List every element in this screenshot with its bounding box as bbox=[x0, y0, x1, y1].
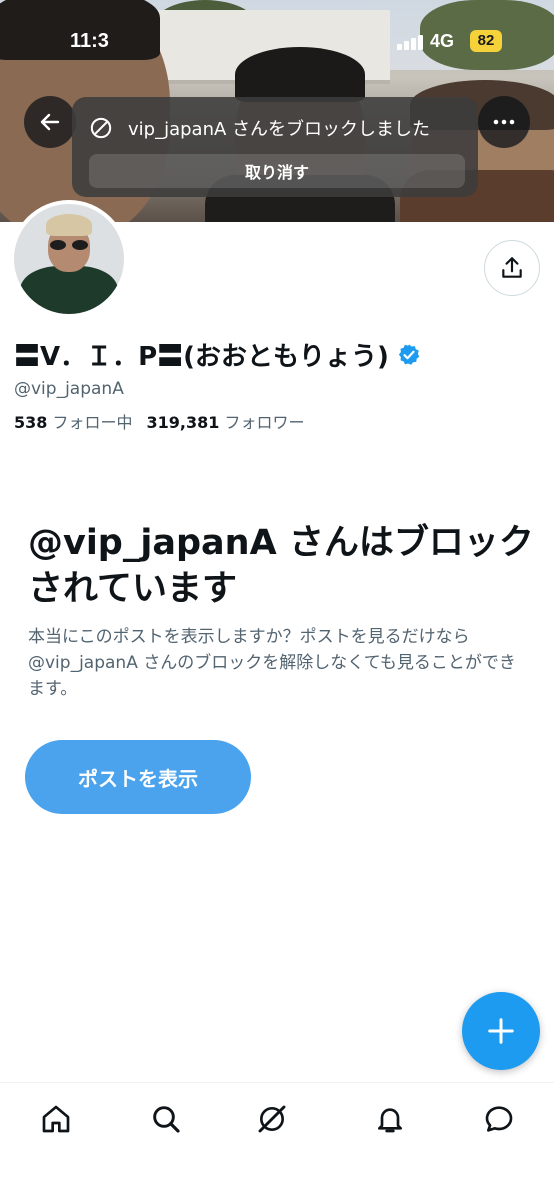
share-button[interactable] bbox=[484, 240, 540, 296]
back-button[interactable] bbox=[24, 96, 76, 148]
messages-icon bbox=[485, 1106, 513, 1132]
following-label: フォロー中 bbox=[52, 413, 133, 432]
undo-button[interactable]: 取り消す bbox=[89, 154, 465, 188]
arrow-left-icon bbox=[40, 113, 60, 131]
share-icon bbox=[502, 257, 522, 278]
block-icon bbox=[90, 117, 112, 139]
compose-fab-button[interactable] bbox=[462, 992, 540, 1070]
status-time: 11:3 bbox=[70, 30, 109, 52]
grok-icon bbox=[258, 1105, 286, 1133]
follow-stats: 538 フォロー中 319,381 フォロワー bbox=[14, 409, 305, 433]
followers-link[interactable]: 319,381 フォロワー bbox=[147, 413, 305, 432]
toast-message: vip_japanA さんをブロックしました bbox=[128, 119, 431, 140]
following-link[interactable]: 538 フォロー中 bbox=[14, 413, 133, 432]
profile-handle: @vip_japanA bbox=[14, 379, 124, 399]
following-count: 538 bbox=[14, 413, 48, 432]
nav-grok[interactable] bbox=[254, 1101, 290, 1137]
followers-count: 319,381 bbox=[146, 413, 220, 432]
toast-row: vip_japanA さんをブロックしました bbox=[90, 113, 430, 143]
bottom-nav bbox=[0, 1082, 554, 1201]
show-posts-button[interactable]: ポストを表示 bbox=[25, 740, 251, 814]
avatar-hair bbox=[46, 214, 92, 236]
home-icon bbox=[42, 1105, 70, 1133]
signal-icon bbox=[397, 34, 425, 50]
profile-name: 〓V．Ｉ．P〓(おおともりょう) bbox=[14, 336, 421, 373]
nav-notifications[interactable] bbox=[372, 1101, 408, 1137]
network-type: 4G bbox=[430, 31, 455, 51]
display-name: 〓V．Ｉ．P〓(おおともりょう) bbox=[14, 342, 389, 372]
nav-home[interactable] bbox=[38, 1101, 74, 1137]
avatar-photo bbox=[14, 204, 124, 314]
search-icon bbox=[153, 1106, 180, 1133]
avatar-glasses bbox=[48, 240, 90, 250]
battery-icon: 82 bbox=[470, 30, 502, 52]
avatar[interactable] bbox=[10, 200, 128, 318]
verified-badge-icon[interactable] bbox=[397, 343, 421, 367]
followers-label: フォロワー bbox=[224, 413, 305, 432]
blocked-title: @vip_japanA さんはブロックされています bbox=[28, 523, 534, 609]
nav-search[interactable] bbox=[148, 1101, 184, 1137]
status-bar: 11:3 4G 82 bbox=[0, 28, 554, 56]
notifications-icon bbox=[378, 1108, 402, 1133]
blocked-description: 本当にこのポストを表示しますか？ポストを見るだけなら @vip_japanA さ… bbox=[28, 627, 516, 699]
plus-icon bbox=[488, 1018, 514, 1044]
more-button[interactable] bbox=[478, 96, 530, 148]
more-icon bbox=[493, 119, 515, 125]
nav-messages[interactable] bbox=[481, 1101, 517, 1137]
block-toast: vip_japanA さんをブロックしました 取り消す bbox=[72, 97, 478, 197]
avatar-hoodie bbox=[20, 266, 118, 314]
